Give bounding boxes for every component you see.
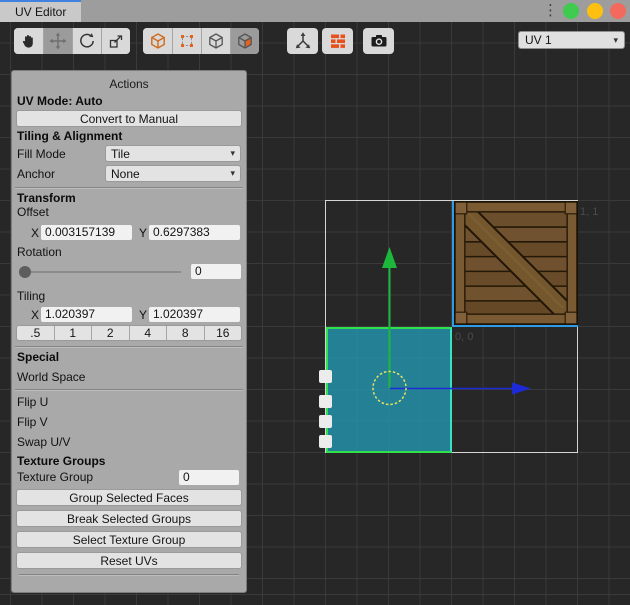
move-tool-button[interactable] — [43, 28, 72, 54]
selection-mode-group — [143, 28, 259, 54]
preset-16-button[interactable]: 16 — [204, 326, 242, 340]
object-mode-button[interactable] — [143, 28, 172, 54]
actions-panel: Actions UV Mode: Auto Convert to Manual … — [11, 70, 247, 593]
convert-to-manual-button[interactable]: Convert to Manual — [16, 110, 242, 127]
preset-2-button[interactable]: 2 — [91, 326, 129, 340]
swap-uv-label: Swap U/V — [17, 435, 70, 449]
uv-editor-window: UV Editor ⋮ — [0, 0, 630, 605]
flip-u-checkbox[interactable] — [319, 395, 332, 408]
uv-canvas[interactable]: UV 1 ▾ — [0, 22, 630, 605]
window-green-button[interactable] — [563, 3, 579, 19]
rotate-icon — [78, 32, 96, 50]
anchor-dropdown[interactable]: None ▾ — [105, 165, 241, 182]
rotate-tool-button[interactable] — [72, 28, 101, 54]
edge-mode-button[interactable] — [201, 28, 230, 54]
fill-mode-value: Tile — [111, 147, 130, 161]
break-selected-groups-button[interactable]: Break Selected Groups — [16, 510, 242, 527]
hand-icon — [20, 32, 38, 50]
uv-origin-label: 0, 0 — [455, 331, 473, 343]
face-mode-icon — [236, 32, 254, 50]
rotation-label: Rotation — [15, 244, 243, 260]
fill-mode-dropdown[interactable]: Tile ▾ — [105, 145, 241, 162]
section-divider — [15, 389, 243, 391]
crate-texture-face[interactable] — [452, 201, 578, 327]
chevron-down-icon: ▾ — [613, 35, 618, 46]
flip-v-label: Flip V — [17, 415, 48, 429]
world-space-checkbox[interactable] — [319, 370, 332, 383]
uv-mode-label: UV Mode: Auto — [15, 93, 243, 109]
texture-group-label: Texture Group — [17, 470, 93, 484]
vertex-mode-button[interactable] — [172, 28, 201, 54]
tiling-y-label: Y — [137, 308, 149, 322]
tiling-y-field[interactable]: 1.020397 — [149, 307, 240, 322]
move-icon — [49, 32, 67, 50]
preset-4-button[interactable]: 4 — [129, 326, 167, 340]
texture-view-button[interactable] — [322, 28, 353, 54]
scale-tool-button[interactable] — [101, 28, 130, 54]
titlebar: UV Editor ⋮ — [0, 0, 630, 22]
window-yellow-button[interactable] — [587, 3, 603, 19]
window-red-button[interactable] — [610, 3, 626, 19]
project-uv-icon — [293, 31, 313, 51]
preset-half-button[interactable]: .5 — [17, 326, 54, 340]
scale-icon — [107, 32, 125, 50]
offset-y-field[interactable]: 0.6297383 — [149, 225, 240, 240]
pan-tool-button[interactable] — [14, 28, 43, 54]
tiling-presets: .5 1 2 4 8 16 — [16, 325, 242, 341]
uv-channel-value: UV 1 — [525, 33, 552, 47]
camera-icon — [369, 31, 389, 51]
tab-label: UV Editor — [15, 5, 66, 19]
uv-bounds-box — [325, 200, 578, 453]
texture-bricks-icon — [328, 31, 348, 51]
anchor-value: None — [111, 167, 140, 181]
transform-heading: Transform — [15, 189, 243, 204]
tiling-alignment-heading: Tiling & Alignment — [15, 127, 243, 142]
uv-channel-dropdown[interactable]: UV 1 ▾ — [518, 31, 625, 49]
flip-v-checkbox[interactable] — [319, 415, 332, 428]
cube-object-icon — [149, 32, 167, 50]
uv-unit-label: 1, 1 — [580, 206, 598, 218]
world-space-label: World Space — [17, 370, 85, 384]
edge-mode-icon — [207, 32, 225, 50]
crate-texture-image — [454, 201, 578, 325]
preset-8-button[interactable]: 8 — [166, 326, 204, 340]
texture-group-field[interactable]: 0 — [179, 470, 239, 485]
offset-label: Offset — [15, 204, 243, 220]
tool-group — [14, 28, 130, 54]
preset-1-button[interactable]: 1 — [54, 326, 92, 340]
rotation-slider-knob[interactable] — [19, 266, 31, 278]
group-selected-faces-button[interactable]: Group Selected Faces — [16, 489, 242, 506]
face-mode-button[interactable] — [230, 28, 259, 54]
anchor-label: Anchor — [17, 167, 105, 181]
tab-uv-editor[interactable]: UV Editor — [0, 0, 81, 22]
selected-uv-face[interactable] — [326, 327, 452, 453]
tiling-x-field[interactable]: 1.020397 — [41, 307, 132, 322]
kebab-menu-icon[interactable]: ⋮ — [543, 1, 558, 21]
rotation-slider[interactable] — [19, 271, 181, 273]
vertex-mode-icon — [178, 32, 196, 50]
chevron-down-icon: ▾ — [230, 168, 235, 179]
offset-y-label: Y — [137, 226, 149, 240]
panel-bottom-divider — [19, 574, 239, 576]
offset-x-field[interactable]: 0.003157139 — [41, 225, 132, 240]
panel-title: Actions — [15, 74, 243, 93]
texture-groups-heading: Texture Groups — [15, 452, 243, 467]
special-heading: Special — [15, 348, 243, 363]
chevron-down-icon: ▾ — [230, 148, 235, 159]
fill-mode-label: Fill Mode — [17, 147, 105, 161]
tiling-x-label: X — [29, 308, 41, 322]
reset-uvs-button[interactable]: Reset UVs — [16, 552, 242, 569]
screenshot-button[interactable] — [363, 28, 394, 54]
project-uv-button[interactable] — [287, 28, 318, 54]
swap-uv-checkbox[interactable] — [319, 435, 332, 448]
flip-u-label: Flip U — [17, 395, 48, 409]
select-texture-group-button[interactable]: Select Texture Group — [16, 531, 242, 548]
offset-x-label: X — [29, 226, 41, 240]
tiling-label: Tiling — [15, 288, 243, 304]
rotation-field[interactable]: 0 — [191, 264, 241, 279]
